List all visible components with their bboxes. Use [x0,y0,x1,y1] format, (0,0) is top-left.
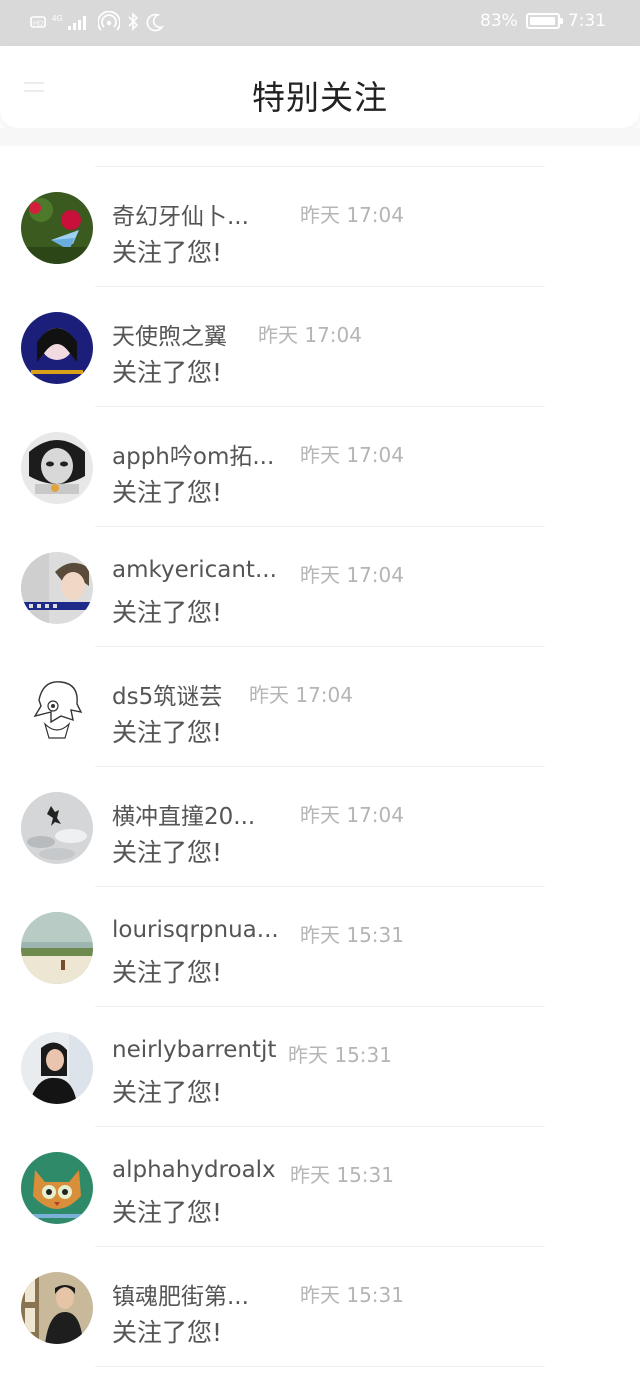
timestamp: 昨天 15:31 [300,1283,404,1307]
user-name[interactable]: 横冲直撞20... [112,797,255,831]
signal-icon: 4G [52,11,92,33]
user-name[interactable]: 镇魂肥街第... [112,1277,249,1311]
avatar[interactable] [21,1272,93,1344]
message: 关注了您! [112,358,223,387]
message: 关注了您! [112,838,223,867]
avatar[interactable] [21,792,93,864]
page-title: 特别关注 [252,78,388,117]
user-name[interactable]: 奇幻牙仙卜... [112,197,249,231]
timestamp: 昨天 15:31 [290,1163,394,1187]
avatar[interactable] [21,672,93,744]
message: 关注了您! [112,238,223,267]
timestamp: 昨天 17:04 [300,443,404,467]
list-item[interactable]: amkyericant... 昨天 17:04 关注了您! [0,527,640,647]
clock: 7:31 [567,11,606,31]
list-item[interactable]: neirlybarrentjt 昨天 15:31 关注了您! [0,1007,640,1127]
avatar[interactable] [21,312,93,384]
avatar[interactable] [21,912,93,984]
timestamp: 昨天 17:04 [249,683,353,707]
message: 关注了您! [112,1318,223,1347]
message: 关注了您! [112,958,223,987]
timestamp: 昨天 17:04 [300,203,404,227]
list-item[interactable]: 横冲直撞20... 昨天 17:04 关注了您! [0,767,640,887]
user-name[interactable]: 天使煦之翼 [112,317,227,351]
user-name[interactable]: lourisqrpnua... [112,917,279,943]
list-item[interactable]: alphahydroalx 昨天 15:31 关注了您! [0,1127,640,1247]
user-name[interactable]: ds5筑谜芸 [112,677,222,711]
avatar[interactable] [21,192,93,264]
message: 关注了您! [112,1078,223,1107]
timestamp: 昨天 15:31 [300,923,404,947]
timestamp: 昨天 17:04 [300,563,404,587]
timestamp: 昨天 17:04 [300,803,404,827]
hd-icon: HD [30,11,46,33]
avatar[interactable] [21,432,93,504]
list-item[interactable]: apph吟om拓... 昨天 17:04 关注了您! [0,407,640,527]
message: 关注了您! [112,478,223,507]
svg-text:4G: 4G [52,14,63,23]
user-name[interactable]: neirlybarrentjt [112,1037,276,1063]
divider [95,1366,545,1367]
status-bar: HD 4G 83% 7:31 [0,0,640,46]
list-item[interactable]: lourisqrpnua... 昨天 15:31 关注了您! [0,887,640,1007]
avatar[interactable] [21,1152,93,1224]
status-left: HD 4G [30,11,164,33]
status-right: 83% 7:31 [480,11,606,31]
message: 关注了您! [112,718,223,747]
timestamp: 昨天 15:31 [288,1043,392,1067]
bluetooth-icon [126,11,140,33]
avatar[interactable] [21,1032,93,1104]
user-name[interactable]: apph吟om拓... [112,437,274,471]
user-name[interactable]: alphahydroalx [112,1157,276,1183]
header-spacer [0,128,640,146]
hotspot-icon [98,11,120,33]
list-item[interactable]: 天使煦之翼 昨天 17:04 关注了您! [0,287,640,407]
list-item[interactable]: 奇幻牙仙卜... 昨天 17:04 关注了您! [0,167,640,287]
list-item[interactable]: 镇魂肥街第... 昨天 15:31 关注了您! [0,1247,640,1367]
list-item[interactable]: ds5筑谜芸 昨天 17:04 关注了您! [0,647,640,767]
user-name[interactable]: amkyericant... [112,557,277,583]
svg-text:HD: HD [33,21,43,28]
timestamp: 昨天 17:04 [258,323,362,347]
battery-percent: 83% [480,11,518,31]
battery-icon [525,13,563,29]
message: 关注了您! [112,598,223,627]
header: 特别关注 [0,46,640,128]
moon-icon [146,11,164,33]
avatar[interactable] [21,552,93,624]
message: 关注了您! [112,1198,223,1227]
